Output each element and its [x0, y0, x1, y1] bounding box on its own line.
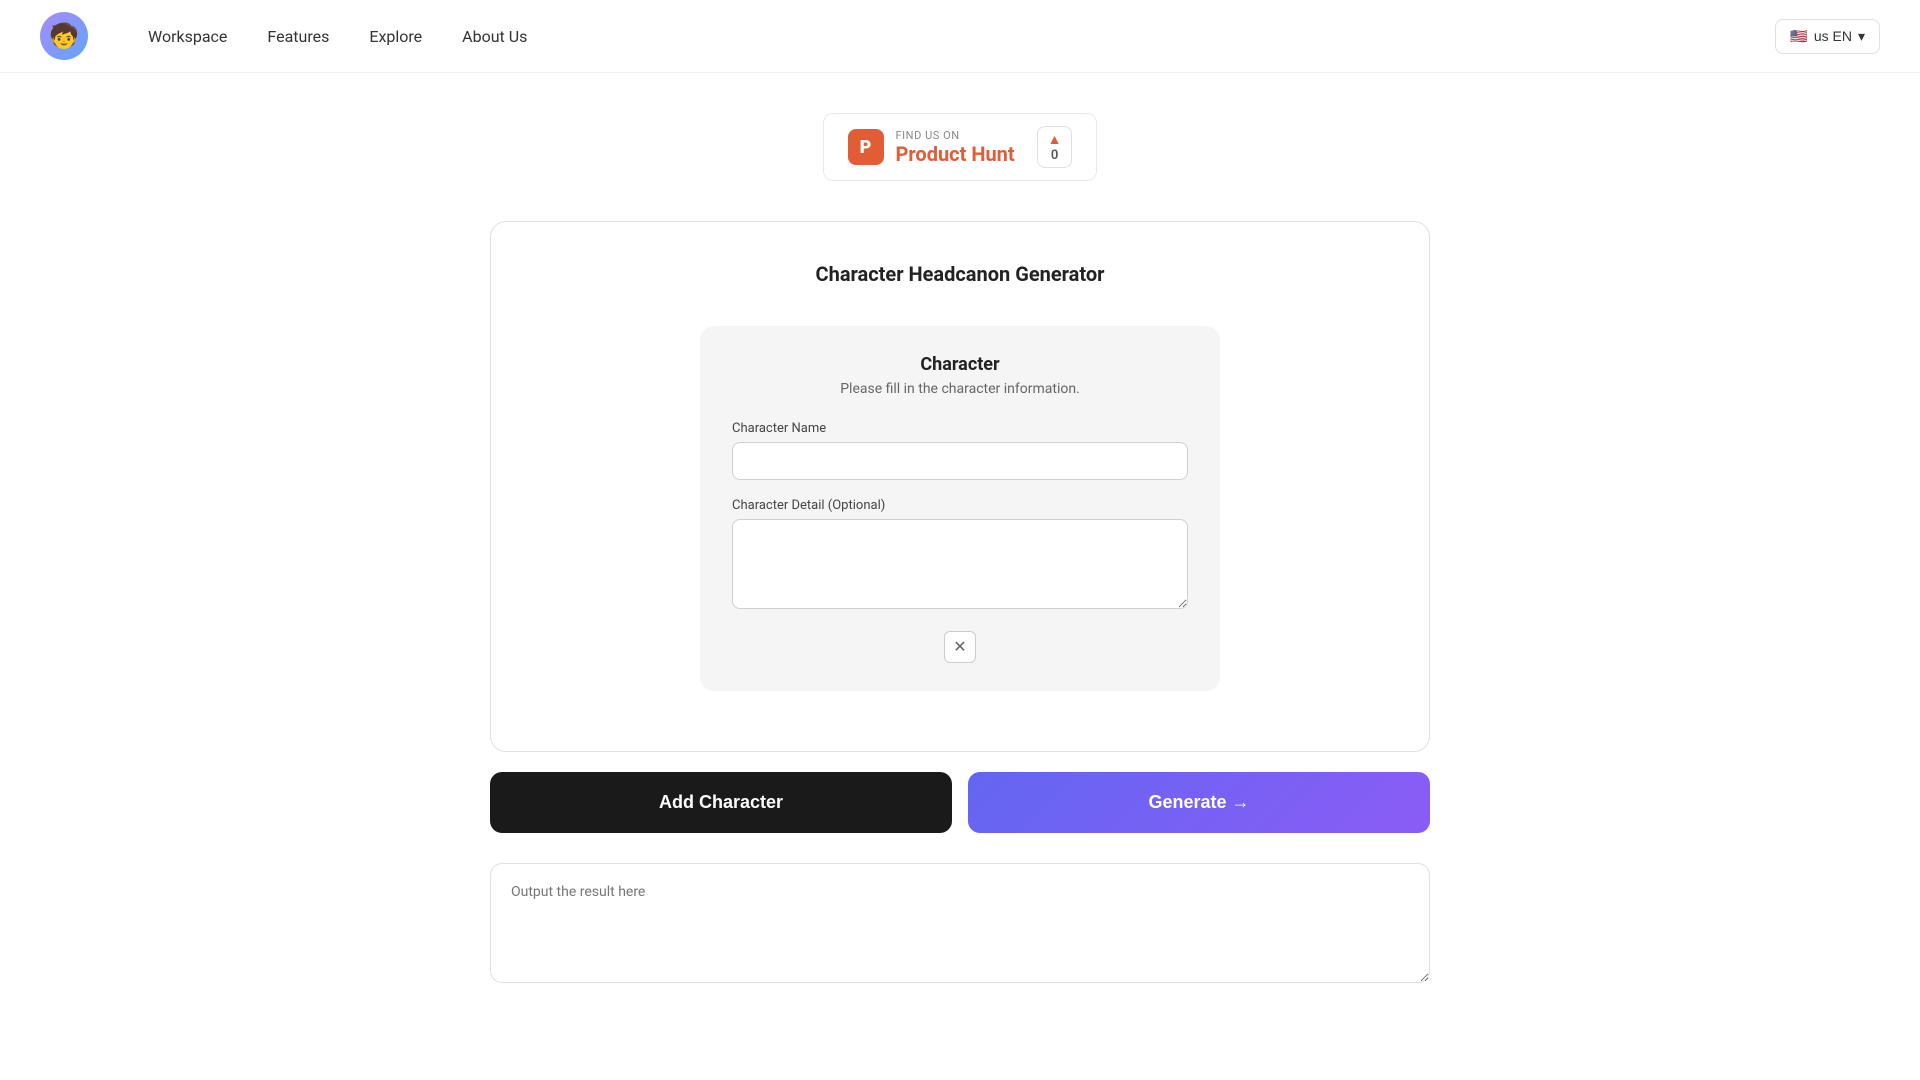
character-detail-input[interactable]	[732, 519, 1188, 609]
character-name-input[interactable]	[732, 442, 1188, 480]
find-us-label: FIND US ON	[896, 129, 1015, 142]
generator-section: Character Headcanon Generator Character …	[490, 221, 1430, 752]
upvote-count: 0	[1051, 148, 1058, 163]
nav-about[interactable]: About Us	[462, 27, 527, 46]
nav-explore[interactable]: Explore	[369, 27, 422, 46]
generator-title: Character Headcanon Generator	[531, 262, 1389, 286]
main-content: P FIND US ON Product Hunt ▲ 0 Character …	[0, 73, 1920, 1027]
upvote-badge: ▲ 0	[1037, 126, 1073, 168]
chevron-down-icon: ▾	[1858, 28, 1865, 45]
character-card: Character Please fill in the character i…	[700, 326, 1220, 691]
character-name-label: Character Name	[732, 421, 1188, 436]
flag-icon: 🇺🇸	[1790, 28, 1807, 45]
character-name-group: Character Name	[732, 421, 1188, 480]
generate-button[interactable]: Generate →	[968, 772, 1430, 833]
logo-avatar: 🧒	[40, 12, 88, 60]
logo[interactable]: 🧒	[40, 12, 88, 60]
character-card-title: Character	[732, 354, 1188, 375]
character-card-subtitle: Please fill in the character information…	[732, 381, 1188, 397]
nav-links: Workspace Features Explore About Us	[148, 27, 1775, 46]
product-hunt-name: Product Hunt	[896, 142, 1015, 166]
upvote-arrow-icon: ▲	[1048, 131, 1062, 148]
close-icon: ✕	[953, 637, 966, 657]
character-detail-group: Character Detail (Optional)	[732, 498, 1188, 613]
language-selector[interactable]: 🇺🇸 us EN ▾	[1775, 19, 1880, 54]
lang-label: us EN	[1814, 28, 1852, 44]
bottom-buttons: Add Character Generate →	[490, 772, 1430, 833]
add-character-button[interactable]: Add Character	[490, 772, 952, 833]
product-hunt-icon: P	[848, 129, 884, 165]
output-textarea[interactable]	[490, 863, 1430, 983]
character-detail-label: Character Detail (Optional)	[732, 498, 1188, 513]
product-hunt-banner[interactable]: P FIND US ON Product Hunt ▲ 0	[823, 113, 1098, 181]
product-hunt-text: FIND US ON Product Hunt	[896, 129, 1015, 166]
nav-features[interactable]: Features	[267, 27, 329, 46]
remove-character-button[interactable]: ✕	[944, 631, 976, 663]
nav-workspace[interactable]: Workspace	[148, 27, 227, 46]
output-section	[490, 863, 1430, 987]
navbar-right: 🇺🇸 us EN ▾	[1775, 19, 1880, 54]
navbar: 🧒 Workspace Features Explore About Us 🇺🇸…	[0, 0, 1920, 73]
